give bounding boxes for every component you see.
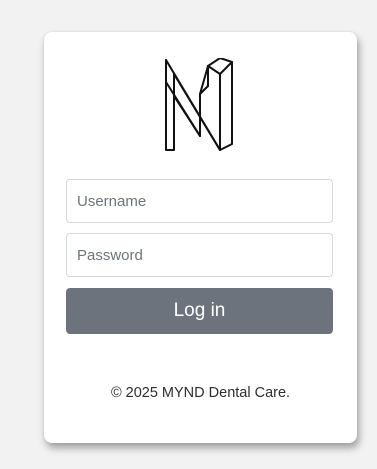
login-button[interactable]: Log in [66,288,333,334]
password-input[interactable] [66,233,333,277]
login-card: Log in © 2025 MYND Dental Care. [44,32,357,443]
mynd-logo-icon [165,58,233,151]
login-page: Log in © 2025 MYND Dental Care. [0,0,377,469]
copyright-text: © 2025 MYND Dental Care. [110,385,291,401]
username-input[interactable] [66,179,333,223]
